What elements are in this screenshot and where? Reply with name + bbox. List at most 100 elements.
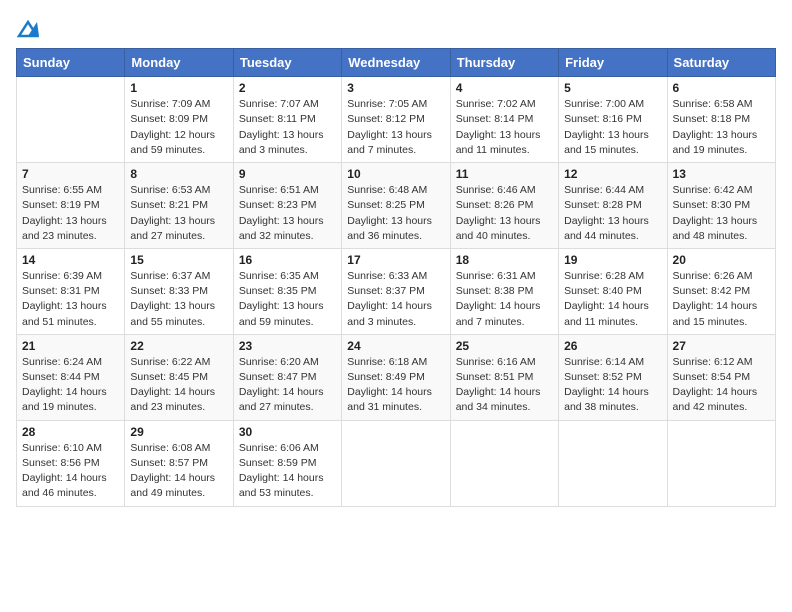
day-number: 20 — [673, 253, 770, 267]
day-number: 5 — [564, 81, 661, 95]
day-info: Sunrise: 6:42 AMSunset: 8:30 PMDaylight:… — [673, 183, 770, 244]
logo — [16, 16, 39, 40]
col-header-thursday: Thursday — [450, 49, 558, 77]
day-number: 4 — [456, 81, 553, 95]
calendar-table: SundayMondayTuesdayWednesdayThursdayFrid… — [16, 48, 776, 506]
calendar-cell: 22 Sunrise: 6:22 AMSunset: 8:45 PMDayligh… — [125, 334, 233, 420]
calendar-cell — [450, 420, 558, 506]
logo-icon — [17, 20, 39, 38]
day-info: Sunrise: 7:02 AMSunset: 8:14 PMDaylight:… — [456, 97, 553, 158]
calendar-cell: 8 Sunrise: 6:53 AMSunset: 8:21 PMDaylight… — [125, 163, 233, 249]
day-number: 12 — [564, 167, 661, 181]
calendar-cell: 2Sunrise: 7:07 AMSunset: 8:11 PMDaylight… — [233, 77, 341, 163]
day-info: Sunrise: 7:07 AMSunset: 8:11 PMDaylight:… — [239, 97, 336, 158]
day-info: Sunrise: 6:16 AMSunset: 8:51 PMDaylight:… — [456, 355, 553, 416]
calendar-week-3: 14 Sunrise: 6:39 AMSunset: 8:31 PMDayligh… — [17, 248, 776, 334]
day-info: Sunrise: 6:53 AMSunset: 8:21 PMDaylight:… — [130, 183, 227, 244]
day-number: 14 — [22, 253, 119, 267]
calendar-cell: 11 Sunrise: 6:46 AMSunset: 8:26 PMDayligh… — [450, 163, 558, 249]
day-info: Sunrise: 6:37 AMSunset: 8:33 PMDaylight:… — [130, 269, 227, 330]
calendar-cell: 9 Sunrise: 6:51 AMSunset: 8:23 PMDaylight… — [233, 163, 341, 249]
calendar-cell: 16Sunrise: 6:35 AMSunset: 8:35 PMDayligh… — [233, 248, 341, 334]
day-info: Sunrise: 7:09 AMSunset: 8:09 PMDaylight:… — [130, 97, 227, 158]
day-info: Sunrise: 7:05 AMSunset: 8:12 PMDaylight:… — [347, 97, 444, 158]
day-info: Sunrise: 6:55 AMSunset: 8:19 PMDaylight:… — [22, 183, 119, 244]
col-header-saturday: Saturday — [667, 49, 775, 77]
day-info: Sunrise: 6:26 AMSunset: 8:42 PMDaylight:… — [673, 269, 770, 330]
day-number: 3 — [347, 81, 444, 95]
calendar-cell: 14 Sunrise: 6:39 AMSunset: 8:31 PMDayligh… — [17, 248, 125, 334]
calendar-cell: 1 Sunrise: 7:09 AMSunset: 8:09 PMDaylight… — [125, 77, 233, 163]
day-info: Sunrise: 6:51 AMSunset: 8:23 PMDaylight:… — [239, 183, 336, 244]
day-info: Sunrise: 6:39 AMSunset: 8:31 PMDaylight:… — [22, 269, 119, 330]
day-number: 10 — [347, 167, 444, 181]
calendar-week-5: 28 Sunrise: 6:10 AMSunset: 8:56 PMDayligh… — [17, 420, 776, 506]
page-header — [16, 16, 776, 40]
col-header-wednesday: Wednesday — [342, 49, 450, 77]
day-info: Sunrise: 6:24 AMSunset: 8:44 PMDaylight:… — [22, 355, 119, 416]
day-number: 15 — [130, 253, 227, 267]
calendar-cell: 4 Sunrise: 7:02 AMSunset: 8:14 PMDaylight… — [450, 77, 558, 163]
calendar-cell: 10 Sunrise: 6:48 AMSunset: 8:25 PMDayligh… — [342, 163, 450, 249]
day-info: Sunrise: 6:33 AMSunset: 8:37 PMDaylight:… — [347, 269, 444, 330]
calendar-cell: 26Sunrise: 6:14 AMSunset: 8:52 PMDayligh… — [559, 334, 667, 420]
day-info: Sunrise: 6:28 AMSunset: 8:40 PMDaylight:… — [564, 269, 661, 330]
calendar-cell: 3 Sunrise: 7:05 AMSunset: 8:12 PMDaylight… — [342, 77, 450, 163]
calendar-cell: 21 Sunrise: 6:24 AMSunset: 8:44 PMDayligh… — [17, 334, 125, 420]
col-header-sunday: Sunday — [17, 49, 125, 77]
col-header-tuesday: Tuesday — [233, 49, 341, 77]
calendar-week-4: 21 Sunrise: 6:24 AMSunset: 8:44 PMDayligh… — [17, 334, 776, 420]
calendar-cell — [17, 77, 125, 163]
day-number: 30 — [239, 425, 336, 439]
day-info: Sunrise: 6:46 AMSunset: 8:26 PMDaylight:… — [456, 183, 553, 244]
day-number: 13 — [673, 167, 770, 181]
calendar-cell: 25 Sunrise: 6:16 AMSunset: 8:51 PMDayligh… — [450, 334, 558, 420]
day-info: Sunrise: 6:31 AMSunset: 8:38 PMDaylight:… — [456, 269, 553, 330]
calendar-cell: 28 Sunrise: 6:10 AMSunset: 8:56 PMDayligh… — [17, 420, 125, 506]
day-number: 1 — [130, 81, 227, 95]
calendar-header-row: SundayMondayTuesdayWednesdayThursdayFrid… — [17, 49, 776, 77]
day-number: 28 — [22, 425, 119, 439]
day-number: 25 — [456, 339, 553, 353]
day-info: Sunrise: 6:12 AMSunset: 8:54 PMDaylight:… — [673, 355, 770, 416]
day-number: 16 — [239, 253, 336, 267]
day-number: 27 — [673, 339, 770, 353]
calendar-cell: 20 Sunrise: 6:26 AMSunset: 8:42 PMDayligh… — [667, 248, 775, 334]
calendar-cell: 23 Sunrise: 6:20 AMSunset: 8:47 PMDayligh… — [233, 334, 341, 420]
day-info: Sunrise: 6:22 AMSunset: 8:45 PMDaylight:… — [130, 355, 227, 416]
calendar-cell: 19 Sunrise: 6:28 AMSunset: 8:40 PMDayligh… — [559, 248, 667, 334]
day-number: 18 — [456, 253, 553, 267]
col-header-friday: Friday — [559, 49, 667, 77]
calendar-week-2: 7Sunrise: 6:55 AMSunset: 8:19 PMDaylight… — [17, 163, 776, 249]
calendar-cell: 17 Sunrise: 6:33 AMSunset: 8:37 PMDayligh… — [342, 248, 450, 334]
calendar-cell: 24 Sunrise: 6:18 AMSunset: 8:49 PMDayligh… — [342, 334, 450, 420]
day-info: Sunrise: 6:08 AMSunset: 8:57 PMDaylight:… — [130, 441, 227, 502]
calendar-cell: 18 Sunrise: 6:31 AMSunset: 8:38 PMDayligh… — [450, 248, 558, 334]
day-number: 26 — [564, 339, 661, 353]
calendar-cell — [667, 420, 775, 506]
calendar-cell: 6Sunrise: 6:58 AMSunset: 8:18 PMDaylight… — [667, 77, 775, 163]
day-info: Sunrise: 6:48 AMSunset: 8:25 PMDaylight:… — [347, 183, 444, 244]
day-number: 24 — [347, 339, 444, 353]
day-info: Sunrise: 6:10 AMSunset: 8:56 PMDaylight:… — [22, 441, 119, 502]
day-number: 11 — [456, 167, 553, 181]
calendar-cell — [342, 420, 450, 506]
day-number: 17 — [347, 253, 444, 267]
day-number: 22 — [130, 339, 227, 353]
day-number: 6 — [673, 81, 770, 95]
calendar-cell — [559, 420, 667, 506]
day-number: 9 — [239, 167, 336, 181]
day-info: Sunrise: 7:00 AMSunset: 8:16 PMDaylight:… — [564, 97, 661, 158]
calendar-cell: 7Sunrise: 6:55 AMSunset: 8:19 PMDaylight… — [17, 163, 125, 249]
day-number: 8 — [130, 167, 227, 181]
day-info: Sunrise: 6:20 AMSunset: 8:47 PMDaylight:… — [239, 355, 336, 416]
day-number: 21 — [22, 339, 119, 353]
day-number: 19 — [564, 253, 661, 267]
logo-text — [16, 16, 39, 40]
day-info: Sunrise: 6:06 AMSunset: 8:59 PMDaylight:… — [239, 441, 336, 502]
calendar-cell: 30 Sunrise: 6:06 AMSunset: 8:59 PMDayligh… — [233, 420, 341, 506]
calendar-cell: 12Sunrise: 6:44 AMSunset: 8:28 PMDayligh… — [559, 163, 667, 249]
calendar-week-1: 1 Sunrise: 7:09 AMSunset: 8:09 PMDaylight… — [17, 77, 776, 163]
day-number: 23 — [239, 339, 336, 353]
day-info: Sunrise: 6:18 AMSunset: 8:49 PMDaylight:… — [347, 355, 444, 416]
